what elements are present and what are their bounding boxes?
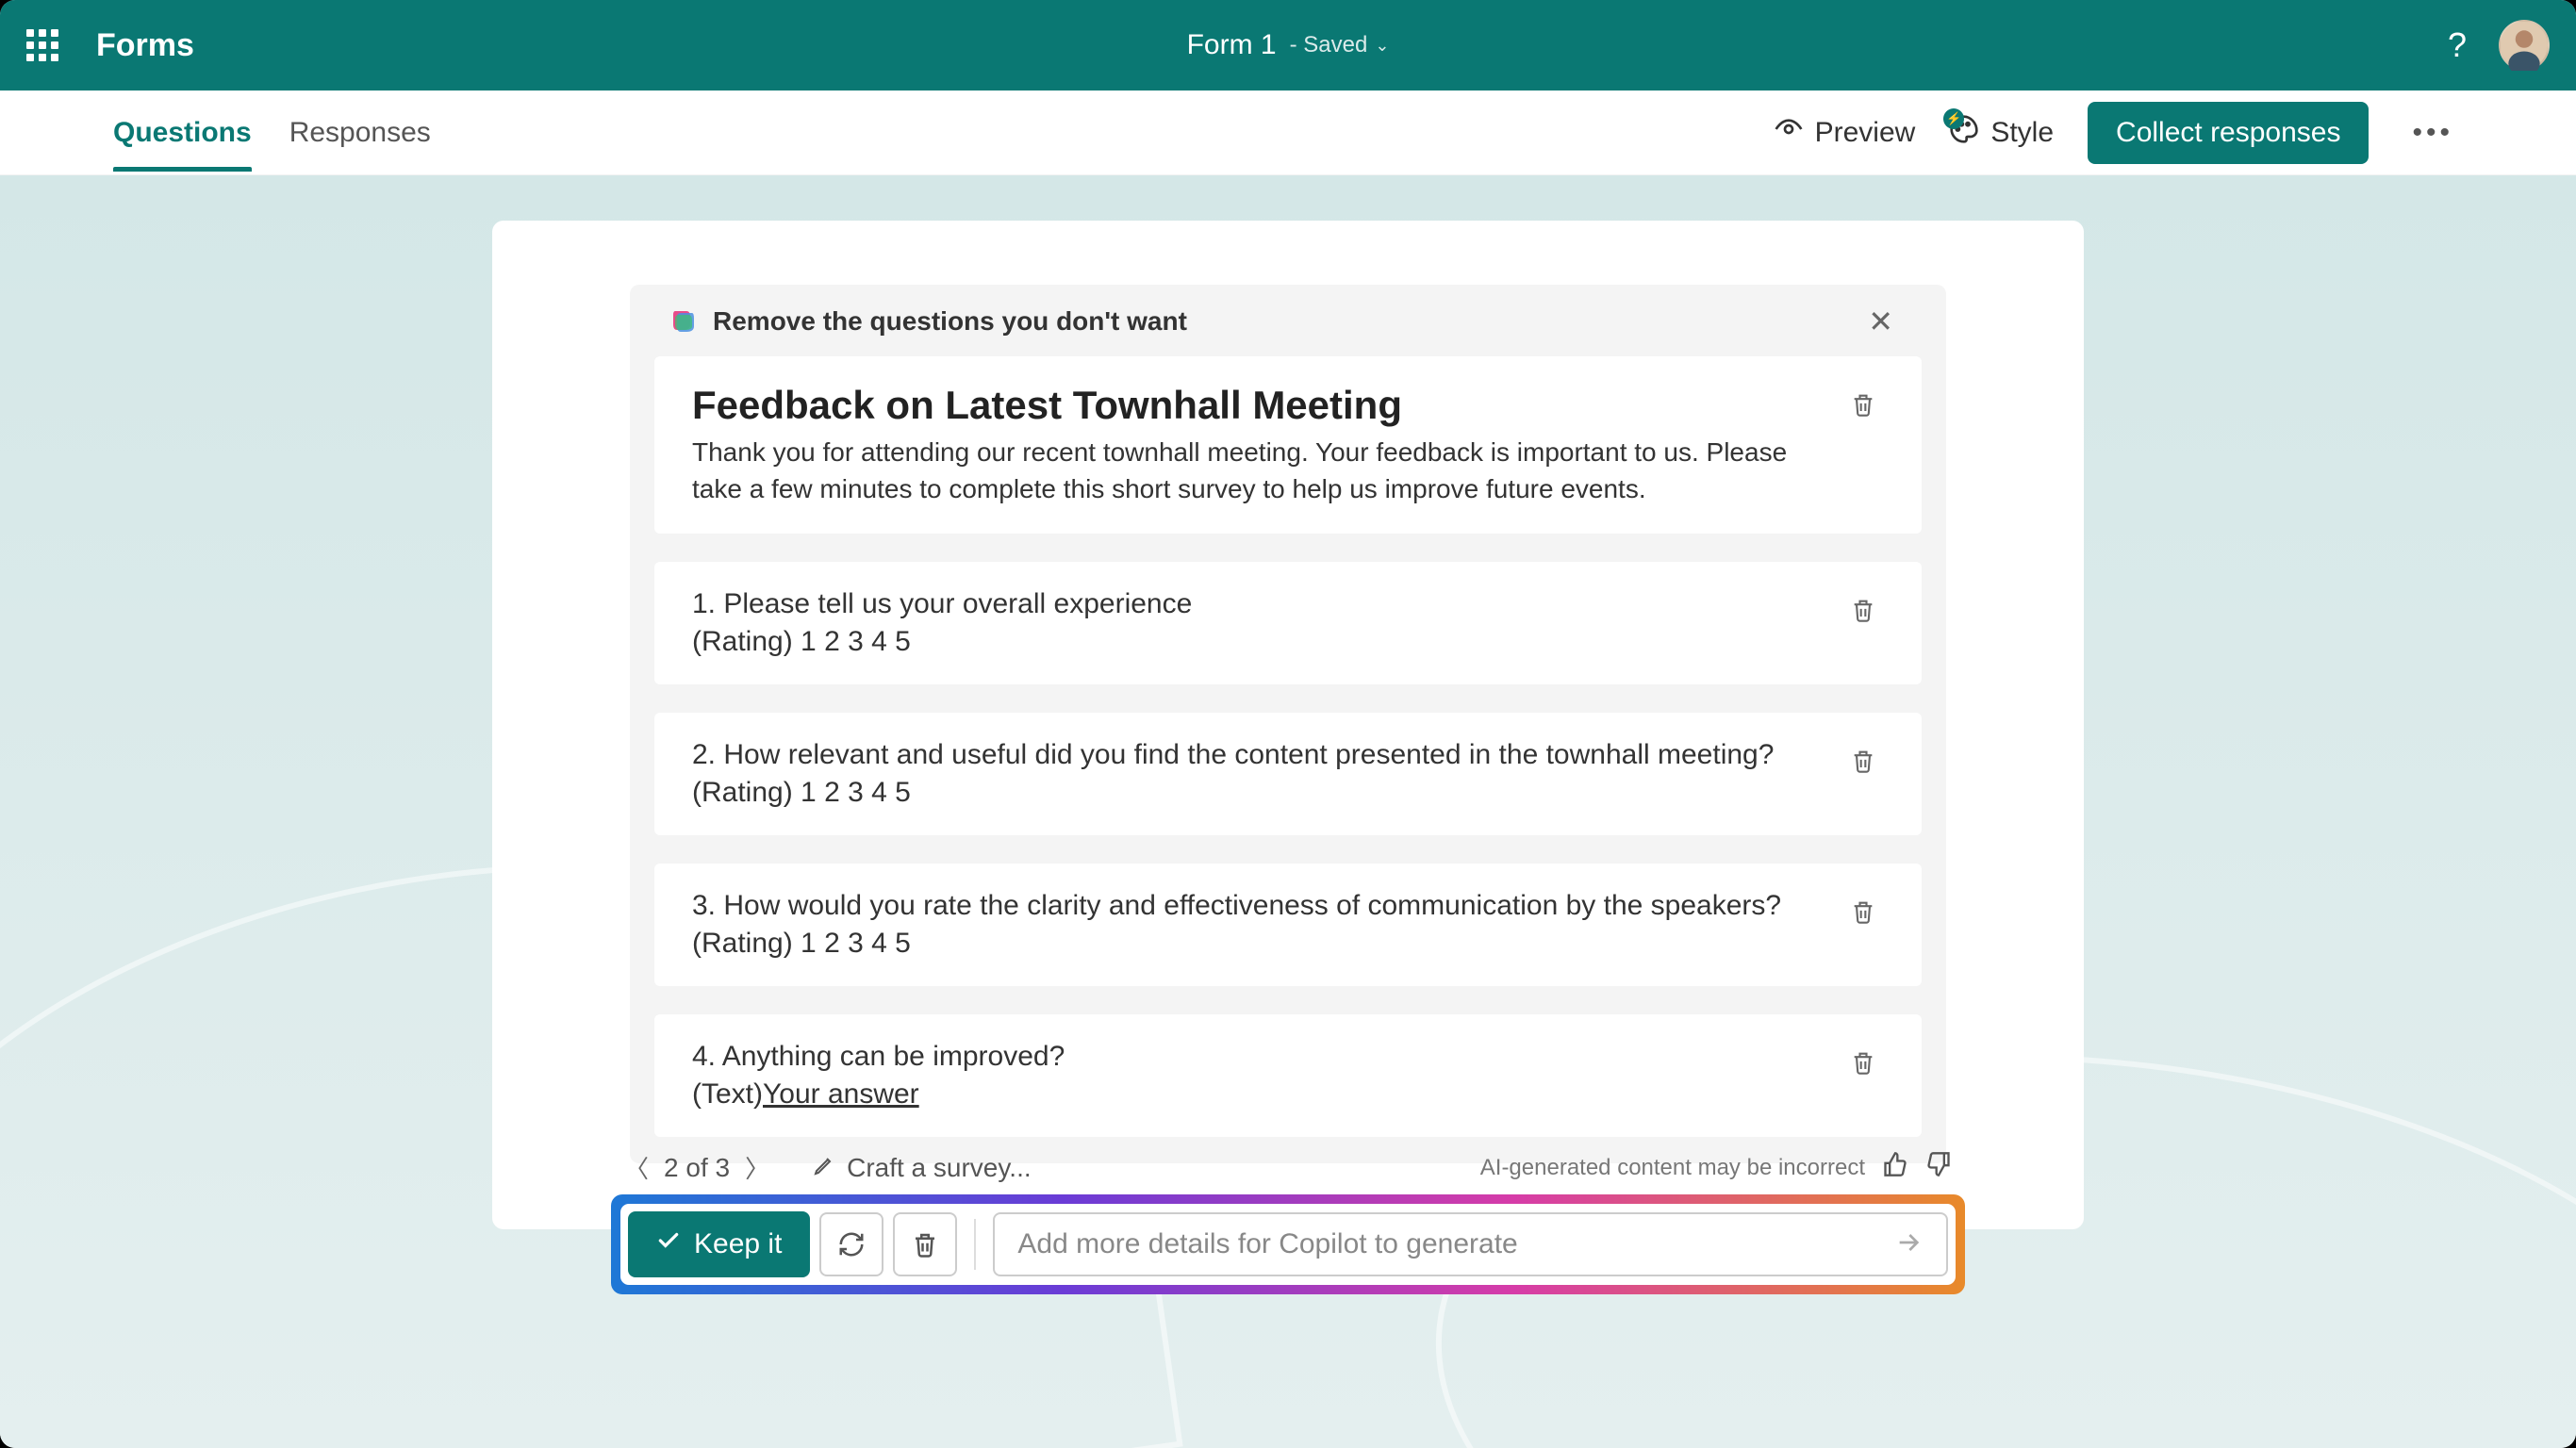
thumbs-up-icon[interactable] (1882, 1151, 1908, 1184)
divider (974, 1219, 976, 1270)
bolt-badge-icon: ⚡ (1943, 108, 1964, 129)
app-launcher-icon[interactable] (26, 29, 58, 61)
question-text: 3. How would you rate the clarity and ef… (692, 890, 1824, 922)
delete-title-button[interactable] (1842, 383, 1884, 431)
pager-position: 2 of 3 (664, 1153, 730, 1183)
sub-header: Questions Responses Preview ⚡ Style Coll… (0, 90, 2576, 175)
answer-placeholder: Your answer (763, 1078, 919, 1110)
help-icon[interactable]: ? (2448, 25, 2467, 65)
copilot-text-field[interactable] (1017, 1228, 1893, 1260)
copilot-action-bar: Keep it (611, 1194, 1965, 1294)
pager-row: 〈 2 of 3 〉 Craft a survey... AI-generate… (611, 1150, 1965, 1194)
delete-q3-button[interactable] (1842, 890, 1884, 938)
copilot-input[interactable] (993, 1212, 1948, 1276)
saved-status: - Saved ⌄ (1290, 32, 1390, 58)
question-text: 4. Anything can be improved? (692, 1041, 1824, 1073)
palette-icon: ⚡ (1949, 114, 1979, 152)
copilot-instruction: Remove the questions you don't want (713, 306, 1187, 337)
app-header: Forms Form 1 - Saved ⌄ ? (0, 0, 2576, 90)
more-icon[interactable]: ••• (2403, 117, 2463, 149)
collect-responses-button[interactable]: Collect responses (2088, 102, 2369, 164)
delete-q1-button[interactable] (1842, 588, 1884, 636)
question-2[interactable]: 2. How relevant and useful did you find … (654, 713, 1922, 835)
eye-icon (1774, 114, 1804, 152)
close-icon[interactable]: ✕ (1868, 304, 1893, 339)
question-1[interactable]: 1. Please tell us your overall experienc… (654, 562, 1922, 684)
chevron-down-icon[interactable]: ⌄ (1375, 36, 1389, 56)
rating-values: 1 2 3 4 5 (801, 777, 911, 808)
regenerate-button[interactable] (819, 1212, 883, 1276)
form-title: Form 1 (1187, 29, 1277, 61)
pencil-icon (813, 1153, 835, 1183)
craft-survey-button[interactable]: Craft a survey... (813, 1153, 1032, 1183)
keep-it-button[interactable]: Keep it (628, 1211, 810, 1277)
ai-disclaimer: AI-generated content may be incorrect (1480, 1155, 1865, 1181)
avatar[interactable] (2499, 20, 2550, 71)
rating-values: 1 2 3 4 5 (801, 928, 911, 959)
delete-q2-button[interactable] (1842, 739, 1884, 787)
question-3[interactable]: 3. How would you rate the clarity and ef… (654, 864, 1922, 986)
prev-icon[interactable]: 〈 (624, 1150, 649, 1185)
form-title-block[interactable]: Feedback on Latest Townhall Meeting Than… (654, 356, 1922, 534)
app-name: Forms (96, 27, 194, 64)
send-icon[interactable] (1893, 1227, 1924, 1262)
discard-button[interactable] (893, 1212, 957, 1276)
survey-description: Thank you for attending our recent townh… (692, 434, 1805, 507)
survey-title: Feedback on Latest Townhall Meeting (692, 383, 1824, 428)
body-area: Remove the questions you don't want ✕ Fe… (0, 175, 2576, 1448)
form-title-group[interactable]: Form 1 - Saved ⌄ (1187, 29, 1390, 61)
check-icon (656, 1228, 681, 1260)
tab-questions[interactable]: Questions (113, 94, 252, 172)
preview-button[interactable]: Preview (1774, 114, 1916, 152)
form-card: Remove the questions you don't want ✕ Fe… (492, 221, 2084, 1229)
question-text: 2. How relevant and useful did you find … (692, 739, 1824, 771)
copilot-panel: Remove the questions you don't want ✕ Fe… (630, 285, 1946, 1163)
question-text: 1. Please tell us your overall experienc… (692, 588, 1824, 620)
copilot-icon (669, 307, 698, 336)
thumbs-down-icon[interactable] (1925, 1151, 1952, 1184)
rating-values: 1 2 3 4 5 (801, 626, 911, 657)
style-button[interactable]: ⚡ Style (1949, 114, 2054, 152)
tab-responses[interactable]: Responses (289, 94, 431, 172)
delete-q4-button[interactable] (1842, 1041, 1884, 1089)
next-icon[interactable]: 〉 (745, 1150, 769, 1185)
question-4[interactable]: 4. Anything can be improved? (Text)Your … (654, 1014, 1922, 1137)
